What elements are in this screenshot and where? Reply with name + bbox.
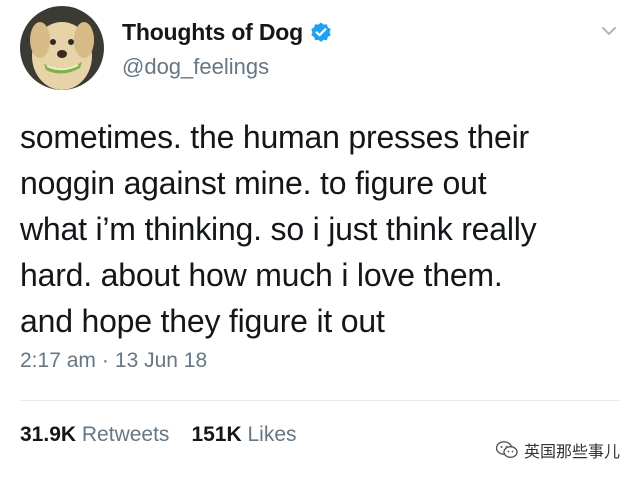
tweet-date: 13 Jun 18 <box>114 349 208 372</box>
likes-count: 151K <box>191 423 242 446</box>
user-handle[interactable]: @dog_feelings <box>122 54 269 80</box>
chevron-down-icon[interactable] <box>600 22 618 40</box>
avatar[interactable] <box>20 6 104 90</box>
tweet-text-line: noggin against mine. to figure out <box>20 165 487 201</box>
tweet-text-line: hard. about how much i love them. <box>20 257 503 293</box>
likes-label: Likes <box>247 423 297 446</box>
retweets-stat[interactable]: 31.9K Retweets <box>20 423 169 447</box>
meta-separator: · <box>101 349 109 372</box>
tweet-text: sometimes. the human presses their noggi… <box>20 114 624 344</box>
tweet-time: 2:17 am <box>20 349 96 372</box>
dog-avatar-image <box>20 6 104 90</box>
verified-badge-icon <box>309 20 333 44</box>
watermark: 英国那些事儿 <box>495 438 620 462</box>
tweet-timestamp[interactable]: 2:17 am · 13 Jun 18 <box>20 349 207 373</box>
retweets-count: 31.9K <box>20 423 77 446</box>
tweet-card: Thoughts of Dog @dog_feelings sometimes.… <box>0 0 640 478</box>
tweet-text-line: and hope they figure it out <box>20 303 385 339</box>
tweet-stats: 31.9K Retweets 151K Likes <box>20 423 319 447</box>
tweet-text-line: what i’m thinking. so i just think reall… <box>20 211 537 247</box>
user-name-row: Thoughts of Dog <box>122 16 333 48</box>
watermark-text: 英国那些事儿 <box>523 442 620 461</box>
tweet-text-line: sometimes. the human presses their <box>20 119 529 155</box>
wechat-icon <box>495 441 518 459</box>
likes-stat[interactable]: 151K Likes <box>191 423 296 447</box>
retweets-label: Retweets <box>81 423 170 446</box>
display-name[interactable]: Thoughts of Dog <box>122 19 303 46</box>
divider <box>20 400 620 401</box>
